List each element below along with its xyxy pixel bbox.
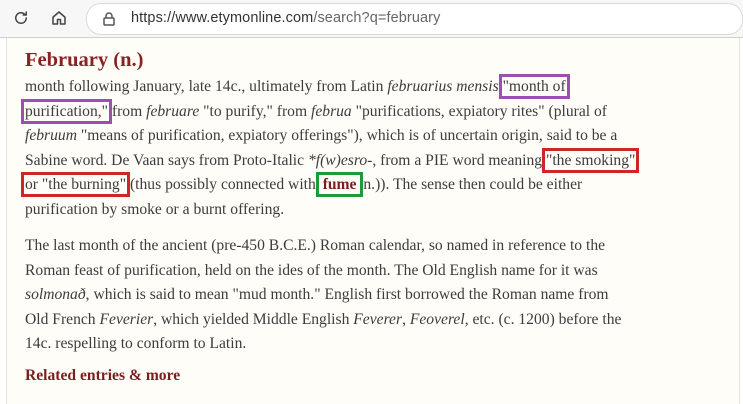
- text-line: The last month of the ancient (pre-450 B…: [25, 237, 606, 254]
- page-content: February (n.) month following January, l…: [0, 38, 743, 404]
- entry-paragraph-2: The last month of the ancient (pre-450 B…: [25, 234, 715, 357]
- text-span: Sabine word. De Vaan says from Proto-Ita…: [25, 151, 308, 169]
- related-entries-link[interactable]: Related entries & more: [25, 367, 180, 385]
- latin-term: februarius mensis: [387, 78, 499, 95]
- highlight-the-burning: or "the burning": [20, 172, 131, 197]
- text-span: , which yielded Middle English: [153, 310, 354, 328]
- url-text: https://www.etymonline.com/search?q=febr…: [131, 10, 440, 26]
- latin-term: februare: [146, 102, 200, 120]
- text-line: Sabine word. De Vaan says from Proto-Ita…: [25, 147, 715, 174]
- text-line: month following January, late 14c., ulti…: [25, 74, 715, 100]
- fume-link[interactable]: fume: [315, 172, 364, 197]
- text-line: purification by smoke or a burnt offerin…: [25, 200, 285, 218]
- browser-toolbar: https://www.etymonline.com/search?q=febr…: [0, 0, 743, 38]
- home-icon: [52, 11, 66, 25]
- highlight-the-smoking: "the smoking": [541, 147, 640, 173]
- highlight-purification: purification,": [20, 98, 113, 124]
- text-span: "means of purification, expiatory offeri…: [76, 127, 618, 144]
- text-span: ,: [402, 310, 410, 328]
- text-span: "to purify," from: [199, 102, 312, 120]
- url-path: /search?q=february: [313, 10, 441, 26]
- text-span: , from a PIE word meaning: [372, 151, 546, 169]
- latin-term: *f(w)esro-: [307, 151, 373, 169]
- latin-term: februa: [311, 102, 352, 120]
- text-span: , which is said to mean "mud month." Eng…: [85, 286, 609, 303]
- middle-english-term: Feoverel: [409, 310, 465, 328]
- entry-paragraph-1: month following January, late 14c., ulti…: [20, 74, 715, 222]
- text-line: solmonað, which is said to mean "mud mon…: [25, 283, 715, 308]
- text-span: , etc. (c. 1200) before the: [464, 310, 622, 328]
- old-french-term: Feverier: [99, 310, 154, 328]
- refresh-button[interactable]: [9, 6, 33, 30]
- url-host: https://www.etymonline.com: [131, 10, 314, 26]
- text-line: Old French Feverier, which yielded Middl…: [25, 308, 715, 333]
- entry-title: February (n.): [25, 49, 144, 71]
- text-line: or "the burning" (thus possibly connecte…: [20, 172, 715, 198]
- text-span: (thus possibly connected with: [126, 176, 320, 193]
- text-span: n.)). The sense then could be either: [359, 176, 583, 193]
- text-line: februum "means of purification, expiator…: [25, 124, 715, 149]
- middle-english-term: Feverer: [353, 310, 403, 328]
- text-line: purification," from februare "to purify,…: [20, 98, 715, 125]
- text-line: 14c. respelling to conform to Latin.: [25, 335, 247, 352]
- old-english-term: solmonað: [25, 286, 86, 303]
- home-button[interactable]: [47, 6, 71, 30]
- highlight-month-of: "month of: [498, 74, 570, 99]
- latin-term: februum: [25, 127, 77, 144]
- text-span: month following January, late 14c., ulti…: [25, 78, 388, 95]
- text-span: "purifications, expiatory rites" (plural…: [351, 102, 607, 120]
- text-line: Roman feast of purification, held on the…: [25, 261, 598, 279]
- text-span: Old French: [25, 310, 100, 328]
- address-bar[interactable]: https://www.etymonline.com/search?q=febr…: [86, 3, 743, 35]
- entry-card: February (n.) month following January, l…: [6, 38, 740, 404]
- text-span: from: [108, 102, 147, 120]
- refresh-icon: [15, 11, 27, 24]
- lock-icon: [103, 12, 115, 26]
